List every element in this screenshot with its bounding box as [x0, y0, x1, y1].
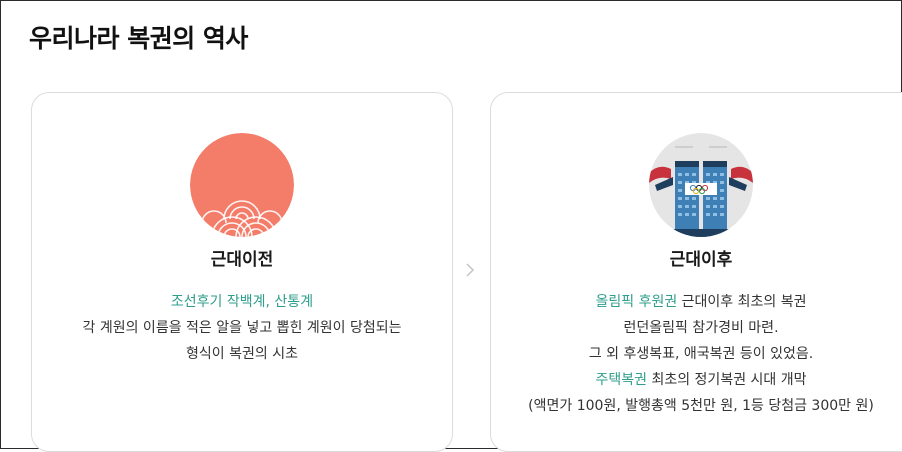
- chevron-right-icon: [466, 263, 475, 277]
- history-card-modern: 근대이후 올림픽 후원권 근대이후 최초의 복권 런던올림픽 참가경비 마련. …: [490, 92, 902, 452]
- page-title: 우리나라 복권의 역사: [29, 24, 248, 53]
- description-line: 형식이 복권의 시초: [186, 346, 298, 362]
- history-card-pre-modern: 근대이전 조선후기 작백계, 산통계 각 계원의 이름을 적은 알을 넣고 뽑힌…: [31, 92, 453, 452]
- highlight-text: 올림픽 후원권: [595, 294, 678, 310]
- card-title: 근대이전: [210, 250, 274, 270]
- description-line: 각 계원의 이름을 적은 알을 넣고 뽑힌 계원이 당첨되는: [82, 320, 402, 336]
- description-line: 조선후기 작백계, 산통계: [32, 289, 452, 315]
- highlight-text: 조선후기 작백계, 산통계: [170, 294, 314, 310]
- card-description: 올림픽 후원권 근대이후 최초의 복권 런던올림픽 참가경비 마련. 그 외 후…: [491, 289, 902, 419]
- olympic-building-icon: [649, 133, 753, 237]
- description-line: 런던올림픽 참가경비 마련.: [623, 320, 779, 336]
- description-line: (액면가 100원, 발행총액 5천만 원, 1등 당첨금 300만 원): [528, 398, 874, 414]
- highlight-text: 주택복권: [595, 372, 648, 388]
- description-line: 주택복권 최초의 정기복권 시대 개막: [595, 372, 807, 388]
- sun-wave-icon: [190, 133, 294, 237]
- card-description: 조선후기 작백계, 산통계 각 계원의 이름을 적은 알을 넣고 뽑힌 계원이 …: [32, 289, 452, 367]
- description-line: 올림픽 후원권 근대이후 최초의 복권: [595, 294, 807, 310]
- card-title: 근대이후: [669, 250, 733, 270]
- description-line: 그 외 후생복표, 애국복권 등이 있었음.: [588, 346, 814, 362]
